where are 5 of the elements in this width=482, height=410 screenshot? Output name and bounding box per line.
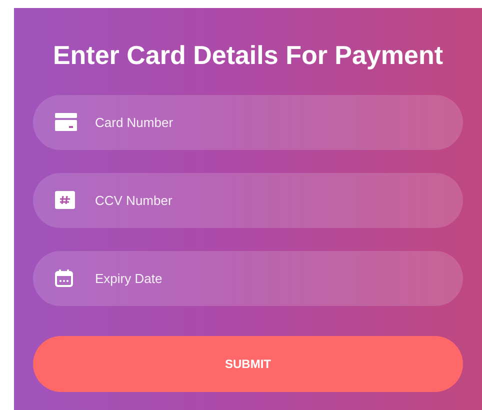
calendar-icon: [55, 269, 73, 287]
credit-card-icon: [55, 113, 77, 131]
hash-icon: [55, 191, 75, 209]
form-title: Enter Card Details For Payment: [52, 39, 444, 72]
submit-button[interactable]: SUBMIT: [33, 336, 463, 392]
